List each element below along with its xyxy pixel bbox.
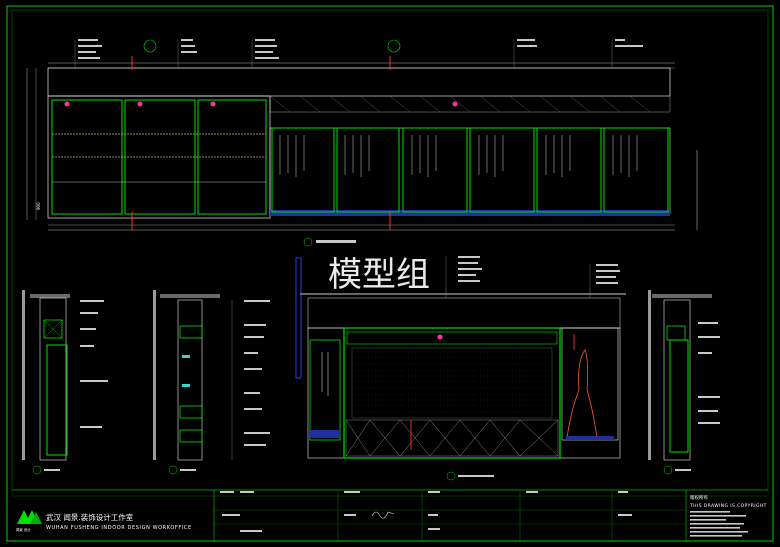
brand-logo-icon <box>64 101 70 107</box>
section-detail-4 <box>648 290 720 475</box>
mannequin-garment-icon <box>566 349 598 439</box>
section-detail-1 <box>22 290 108 475</box>
studio-name-cn: 武汉 闻景.装饰设计工作室 <box>46 512 134 522</box>
height-dimension-label: 900 <box>36 202 41 210</box>
brand-logo-icon <box>137 101 143 107</box>
signature-scribble <box>371 511 395 519</box>
copyright-line: THIS DRAWING IS COPYRIGHT <box>689 503 767 509</box>
studio-logo-icon <box>17 510 42 524</box>
brand-logo-icon <box>437 334 443 340</box>
studio-logo-caption: 闻景 设计 <box>16 527 31 532</box>
top-elevation: 900 <box>26 39 698 247</box>
drawing-sheet: 900 模型组 武汉 闻景.装饰设计工作室 WUHAN FUSHENG INDO… <box>6 5 774 542</box>
brand-logo-icon <box>452 101 458 107</box>
studio-name-en: WUHAN FUSHENG INDOOR DESIGN WORKOFFICE <box>46 525 192 531</box>
section-detail-2 <box>153 290 270 475</box>
title-block: 武汉 闻景.装饰设计工作室 WUHAN FUSHENG INDOOR DESIG… <box>12 489 768 541</box>
copyright-heading: 版权所有 <box>690 494 708 501</box>
brand-logo-icon <box>210 101 216 107</box>
watermark-text: 模型组 <box>328 255 430 295</box>
